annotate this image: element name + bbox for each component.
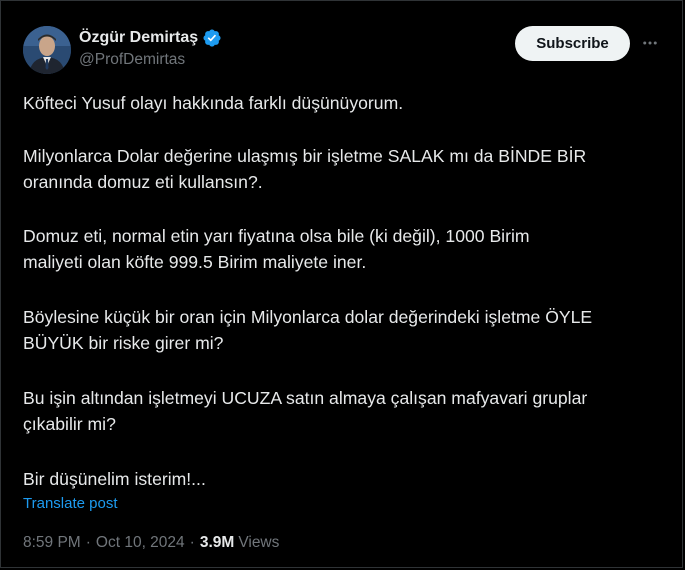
meta-separator: · bbox=[85, 534, 91, 551]
verified-badge-icon[interactable] bbox=[202, 28, 222, 48]
author-name-row: Özgür Demirtaş bbox=[79, 28, 222, 48]
subscribe-button[interactable]: Subscribe bbox=[515, 26, 630, 61]
post-date[interactable]: Oct 10, 2024 bbox=[96, 534, 185, 552]
author-name[interactable]: Özgür Demirtaş bbox=[79, 29, 198, 47]
post-time[interactable]: 8:59 PM bbox=[23, 534, 81, 552]
post-paragraph: Bu işin altından işletmeyi UCUZA satın a… bbox=[23, 388, 588, 434]
meta-separator: · bbox=[189, 534, 195, 551]
post-paragraph: Bir düşünelim isterim!... bbox=[23, 469, 206, 489]
author-handle[interactable]: @ProfDemirtas bbox=[79, 51, 185, 69]
views-count: 3.9M bbox=[199, 534, 235, 551]
more-options-icon[interactable] bbox=[639, 32, 661, 54]
post-paragraph: Milyonlarca Dolar değerine ulaşmış bir i… bbox=[23, 146, 587, 192]
post-meta: 8:59 PM · Oct 10, 2024 · 3.9M Views bbox=[23, 534, 279, 552]
post-paragraph: Köfteci Yusuf olayı hakkında farklı düşü… bbox=[23, 93, 404, 113]
post-paragraph: Domuz eti, normal etin yarı fiyatına ols… bbox=[23, 226, 530, 272]
avatar[interactable] bbox=[23, 26, 71, 74]
translate-post-link[interactable]: Translate post bbox=[23, 495, 118, 512]
post-container: Özgür Demirtaş @ProfDemirtas Subscribe K… bbox=[0, 0, 683, 568]
profile-photo bbox=[23, 26, 71, 74]
post-paragraph: Böylesine küçük bir oran için Milyonlarc… bbox=[23, 307, 593, 353]
views-label: Views bbox=[238, 534, 280, 551]
